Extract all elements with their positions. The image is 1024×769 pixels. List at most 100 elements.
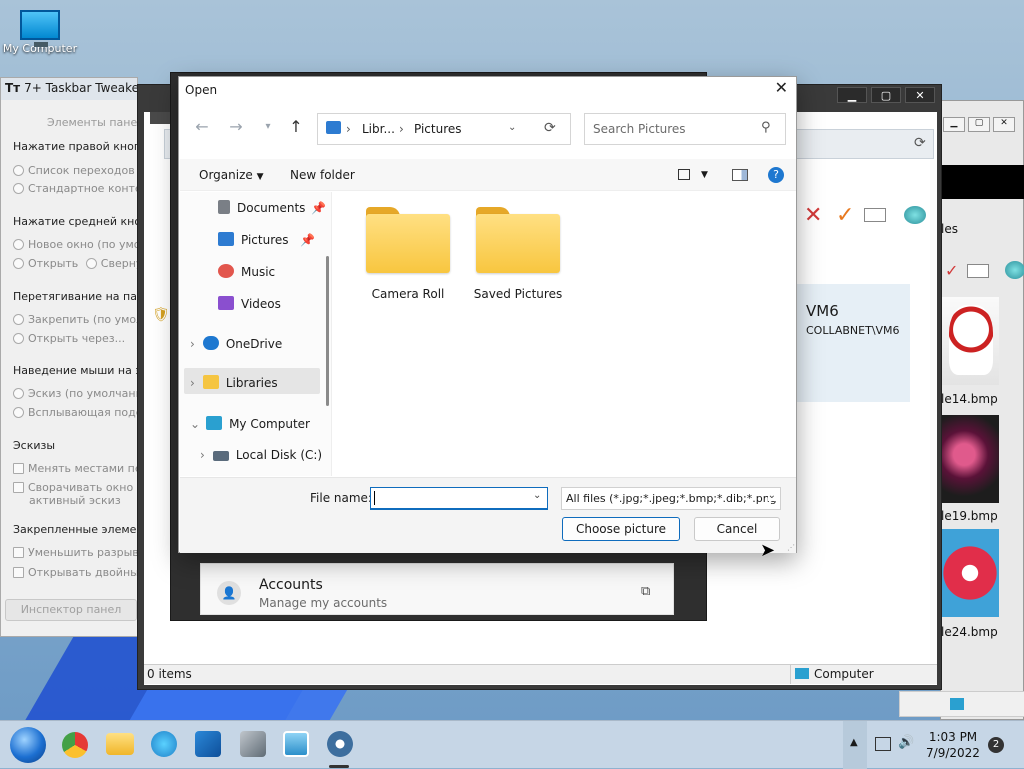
sidebar-item-libraries[interactable]: › Libraries xyxy=(184,368,320,394)
minimize-icon[interactable]: ▁ xyxy=(943,117,965,132)
shell-icon[interactable] xyxy=(904,206,926,224)
file-name-input[interactable]: ⌄ xyxy=(370,487,548,510)
radio-tooltip[interactable] xyxy=(13,407,24,418)
resize-grip-icon[interactable]: ⋰ xyxy=(787,543,795,552)
thumb-default-label: Эскиз (по умолчанию xyxy=(28,387,152,400)
network-icon[interactable] xyxy=(875,737,891,751)
tray-overflow-button[interactable]: ▲ xyxy=(843,721,867,769)
pin-icon[interactable]: 📌 xyxy=(311,201,326,215)
mouse-cursor-icon: ➤ xyxy=(760,540,776,561)
folder-saved-pictures[interactable]: Saved Pictures xyxy=(470,207,566,301)
close-icon[interactable]: ✕ xyxy=(905,87,935,103)
radio-pin[interactable] xyxy=(13,314,24,325)
chrome-icon[interactable] xyxy=(62,732,88,758)
up-arrow-icon[interactable]: ↑ xyxy=(283,117,309,136)
organize-button[interactable]: Organize ▼ xyxy=(199,168,264,182)
sidebar-label: Libraries xyxy=(225,376,278,390)
refresh-icon[interactable]: ⟳ xyxy=(914,135,926,151)
close-icon[interactable]: ✕ xyxy=(993,117,1015,132)
preview-pane-icon[interactable] xyxy=(732,169,748,181)
network-app-icon[interactable] xyxy=(151,731,177,757)
sidebar-item-documents[interactable]: Documents 📌 xyxy=(218,200,326,215)
radio-std-menu[interactable] xyxy=(13,183,24,194)
windows-app-icon[interactable] xyxy=(195,731,221,757)
file-explorer-icon[interactable] xyxy=(106,733,134,755)
radio-new-window[interactable] xyxy=(13,239,24,250)
breadcrumb-pictures[interactable]: Pictures xyxy=(414,122,462,136)
chevron-right-icon[interactable]: › xyxy=(200,448,205,462)
file-type-select[interactable]: All files (*.jpg;*.jpeg;*.bmp;*.dib;*.pn… xyxy=(561,487,781,510)
delete-icon[interactable]: ✕ xyxy=(804,203,822,228)
new-window-label: Новое окно (по умол xyxy=(28,238,148,251)
view-dropdown-icon[interactable]: ▼ xyxy=(701,170,708,180)
sidebar-item-pictures[interactable]: Pictures 📌 xyxy=(218,232,315,247)
sidebar-item-music[interactable]: Music xyxy=(218,264,275,279)
cancel-button[interactable]: Cancel xyxy=(694,517,780,541)
sidebar-scrollbar[interactable] xyxy=(326,256,329,406)
chevron-down-icon[interactable]: ⌄ xyxy=(533,490,541,501)
maximize-icon[interactable]: ▢ xyxy=(871,87,901,103)
card-icon[interactable] xyxy=(864,208,886,222)
radio-collapse[interactable] xyxy=(85,258,97,269)
computer-small-icon xyxy=(950,698,964,710)
radio-jump-list[interactable] xyxy=(13,165,24,176)
sidebar-item-local-disk[interactable]: › Local Disk (C:) xyxy=(200,448,322,462)
checkbox-reduce-gap[interactable] xyxy=(13,547,24,558)
tweaker-titlebar[interactable]: Tт 7+ Taskbar Tweaker xyxy=(1,78,137,100)
taskbar-tweaker-window: Tт 7+ Taskbar Tweaker Элементы пане Нажат… xyxy=(0,77,155,637)
image-thumb-14[interactable] xyxy=(941,297,999,385)
card-icon[interactable] xyxy=(967,264,989,278)
recent-chevron-icon[interactable]: ▾ xyxy=(255,121,281,132)
documents-icon xyxy=(218,200,230,214)
start-button-icon[interactable] xyxy=(10,727,46,763)
edit-icon[interactable]: ✓ xyxy=(945,261,958,280)
monitor-icon xyxy=(20,10,60,47)
search-icon: ⚲ xyxy=(761,120,771,135)
inspector-button[interactable]: Инспектор панел xyxy=(5,599,137,621)
checkbox-double-open[interactable] xyxy=(13,567,24,578)
checkbox-swap[interactable] xyxy=(13,463,24,474)
image-thumb-24[interactable] xyxy=(941,529,999,617)
folder-camera-roll[interactable]: Camera Roll xyxy=(360,207,456,301)
my-computer-desktop-icon[interactable]: My Computer xyxy=(2,10,78,55)
breadcrumb-libraries[interactable]: Libr... xyxy=(362,122,395,136)
image-thumb-19[interactable] xyxy=(941,415,999,503)
back-arrow-icon[interactable]: ← xyxy=(189,117,215,136)
clock[interactable]: 1:03 PM 7/9/2022 xyxy=(920,729,986,761)
search-input[interactable]: Search Pictures ⚲ xyxy=(584,113,786,145)
external-link-icon[interactable]: ⧉ xyxy=(641,584,650,599)
volume-icon[interactable]: 🔊 xyxy=(898,735,914,750)
checkbox-collapse-active[interactable] xyxy=(13,482,24,493)
chevron-right-icon[interactable]: › xyxy=(190,337,195,351)
forward-arrow-icon[interactable]: → xyxy=(223,117,249,136)
choose-picture-button[interactable]: Choose picture xyxy=(562,517,680,541)
chevron-down-icon[interactable]: ⌄ xyxy=(190,417,200,431)
pin-icon[interactable]: 📌 xyxy=(300,233,315,247)
accounts-row[interactable]: 👤 Accounts Manage my accounts ⧉ xyxy=(200,563,674,615)
chevron-down-icon[interactable]: ⌄ xyxy=(508,122,516,133)
maximize-icon[interactable]: ▢ xyxy=(968,117,990,132)
notification-badge[interactable]: 2 xyxy=(988,737,1004,753)
sidebar-item-videos[interactable]: Videos xyxy=(218,296,281,311)
user-card: VM6 COLLABNET\VM6 xyxy=(794,284,910,402)
radio-open[interactable] xyxy=(13,258,24,269)
settings-gear-icon[interactable] xyxy=(325,729,355,759)
refresh-icon[interactable]: ⟳ xyxy=(544,120,556,136)
pin-label: Закрепить (по умолч xyxy=(28,313,150,326)
radio-thumb-default[interactable] xyxy=(13,388,24,399)
help-icon[interactable]: ? xyxy=(768,167,784,183)
image-app-icon[interactable] xyxy=(283,731,309,757)
radio-open-via[interactable] xyxy=(13,333,24,344)
sidebar-item-my-computer[interactable]: ⌄ My Computer xyxy=(190,416,310,431)
chevron-right-icon[interactable]: › xyxy=(190,376,195,390)
shell-icon[interactable] xyxy=(1005,261,1024,279)
chevron-up-icon: ▲ xyxy=(850,737,858,748)
close-icon[interactable]: ✕ xyxy=(775,79,788,97)
minimize-icon[interactable]: ▁ xyxy=(837,87,867,103)
sidebar-item-onedrive[interactable]: › OneDrive xyxy=(190,336,282,351)
new-folder-button[interactable]: New folder xyxy=(290,168,355,182)
tools-app-icon[interactable] xyxy=(240,731,266,757)
checkmark-icon[interactable]: ✓ xyxy=(836,203,854,228)
view-icon[interactable] xyxy=(678,169,690,180)
dialog-address-bar[interactable]: › Libr... › Pictures ⌄ ⟳ xyxy=(317,113,571,145)
